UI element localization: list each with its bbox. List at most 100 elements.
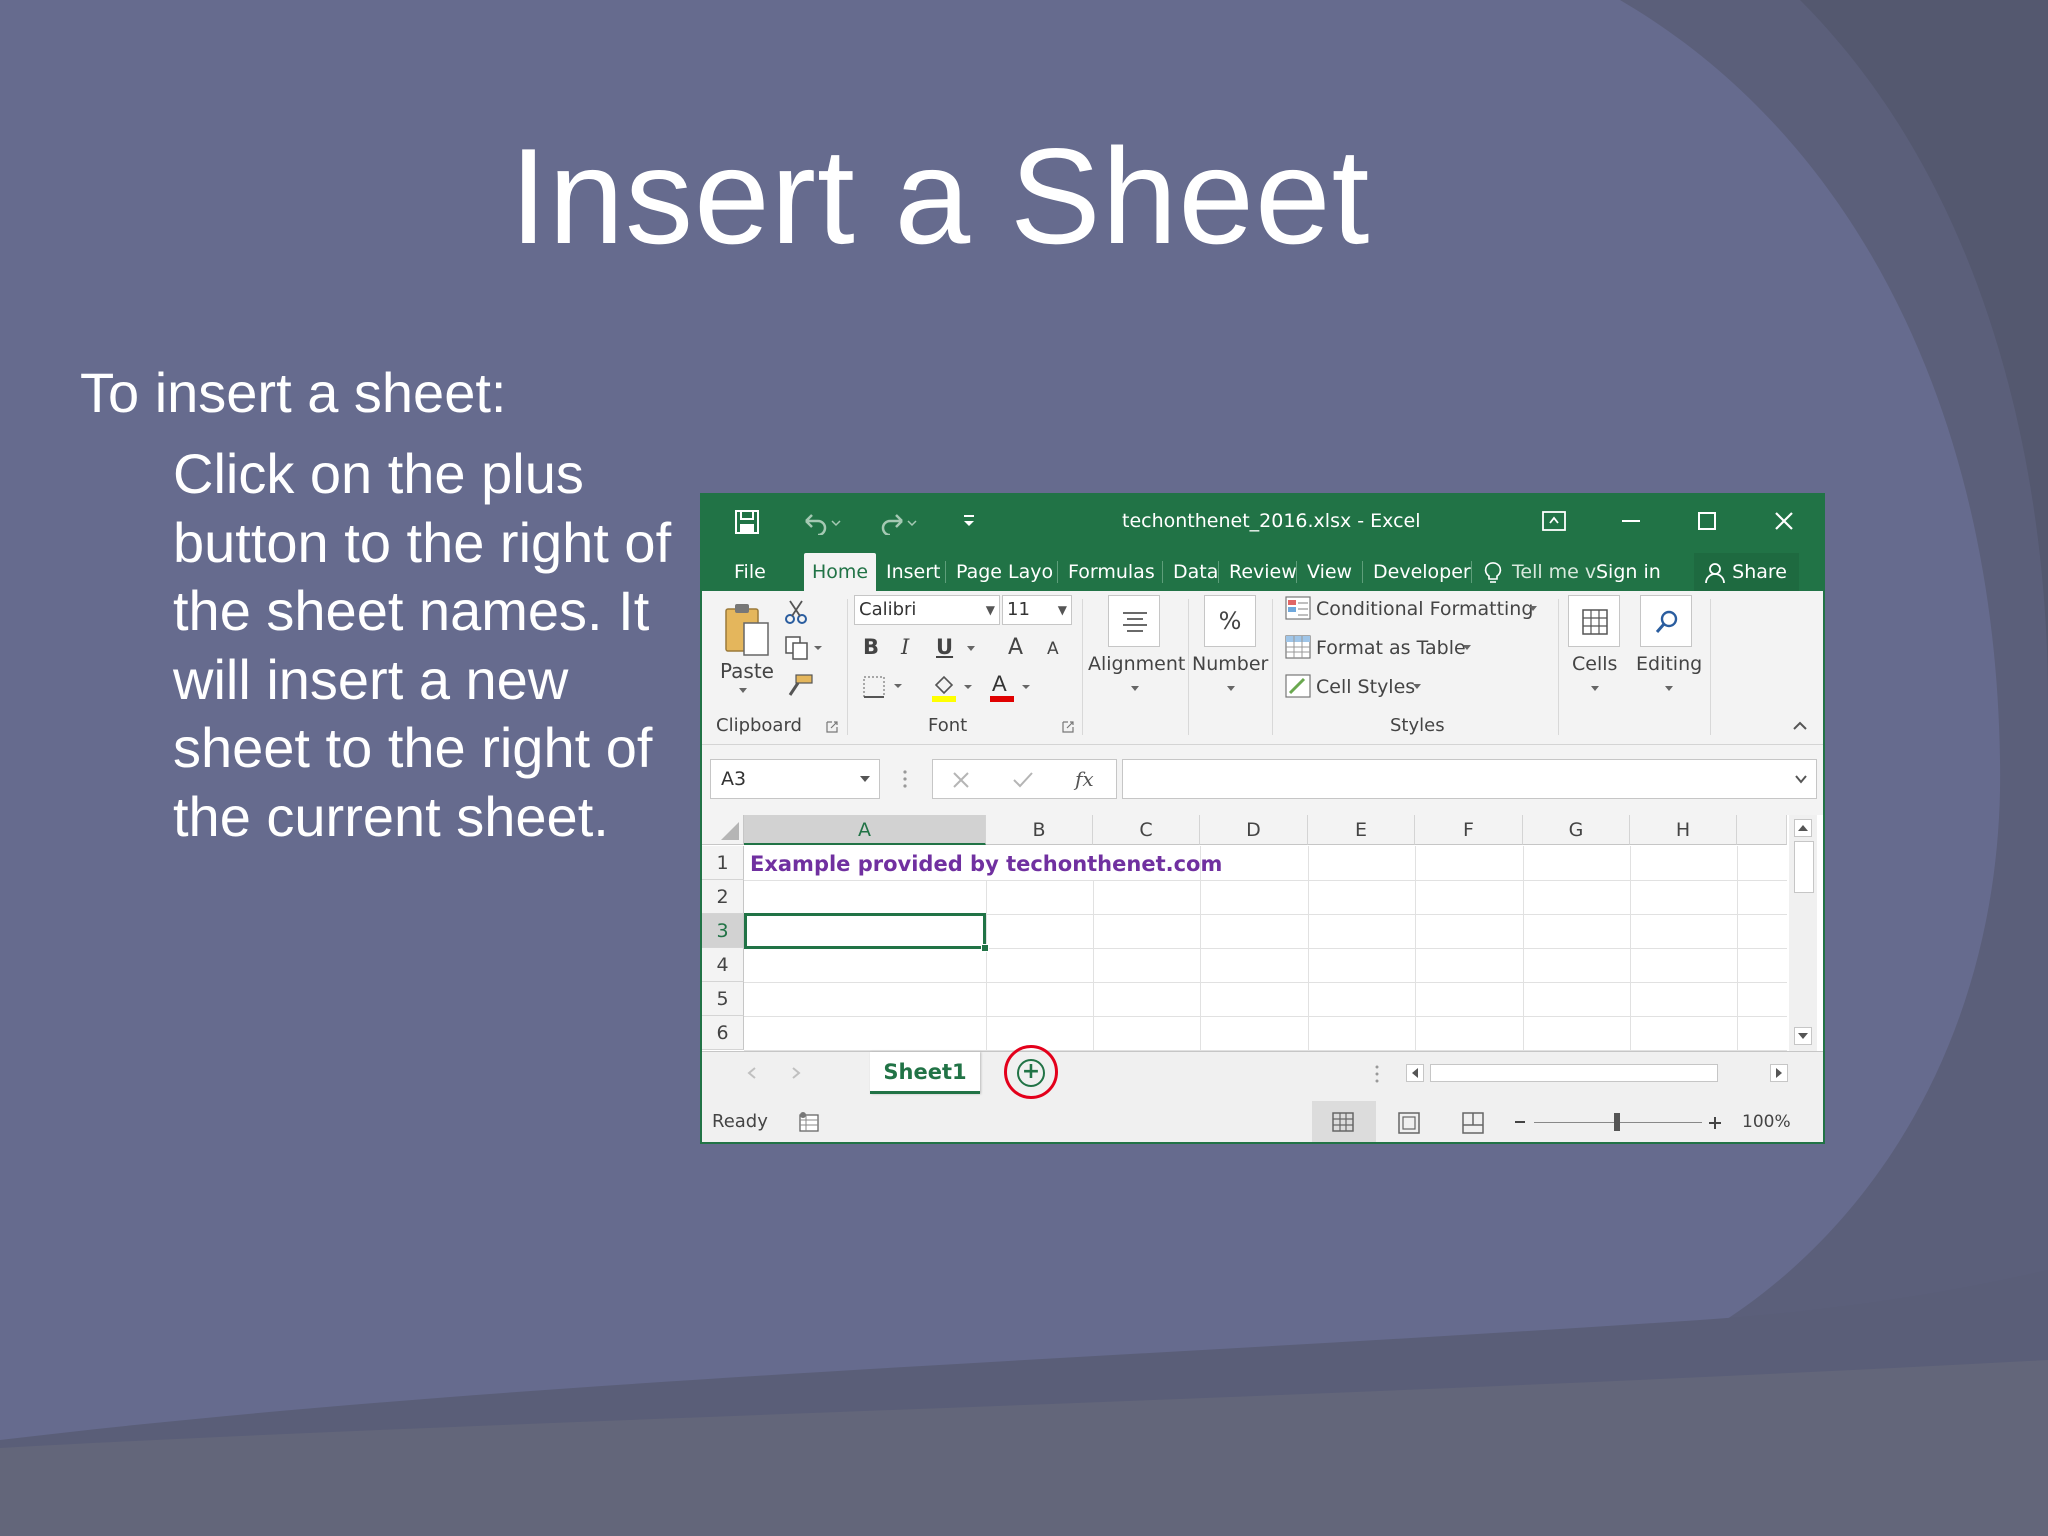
bold-button[interactable]: B [863, 635, 879, 659]
alignment-label[interactable]: Alignment [1088, 653, 1185, 675]
dialog-launcher-icon[interactable] [826, 721, 838, 733]
font-name-select[interactable]: Calibri ▼ [854, 595, 1000, 625]
enter-icon[interactable] [1011, 770, 1035, 790]
zoom-slider-thumb[interactable] [1614, 1113, 1620, 1131]
column-header-d[interactable]: D [1200, 815, 1308, 845]
borders-icon[interactable] [862, 675, 906, 699]
paste-icon[interactable] [722, 601, 770, 657]
close-icon[interactable] [1774, 511, 1794, 531]
highlight-circle [1004, 1045, 1058, 1099]
cells-button[interactable] [1568, 595, 1620, 647]
tab-home[interactable]: Home [804, 553, 877, 591]
sheet-tab-sheet1[interactable]: Sheet1 [870, 1052, 980, 1094]
alignment-button[interactable] [1108, 595, 1160, 647]
column-header-f[interactable]: F [1415, 815, 1523, 845]
row-header-1[interactable]: 1 [702, 846, 744, 880]
paste-label[interactable]: Paste [720, 659, 774, 683]
tab-page-layout[interactable]: Page Layou [948, 553, 1054, 591]
scroll-up-icon[interactable] [1794, 819, 1812, 837]
number-format-button[interactable]: % [1204, 595, 1256, 647]
share-button[interactable]: Share [1694, 553, 1799, 591]
conditional-formatting-button[interactable]: Conditional Formatting [1316, 598, 1533, 620]
tab-file[interactable]: File [726, 553, 774, 591]
gridline [1308, 846, 1309, 1051]
zoom-out-icon[interactable] [1514, 1116, 1526, 1128]
save-icon[interactable] [734, 509, 760, 535]
scroll-left-icon[interactable] [1406, 1064, 1424, 1082]
editing-button[interactable] [1640, 595, 1692, 647]
zoom-level[interactable]: 100% [1742, 1112, 1791, 1132]
macro-record-icon[interactable] [798, 1111, 820, 1133]
font-size-select[interactable]: 11 ▼ [1002, 595, 1072, 625]
scroll-sheets-right-icon[interactable] [790, 1066, 802, 1080]
editing-label[interactable]: Editing [1636, 653, 1702, 675]
row-header-4[interactable]: 4 [702, 948, 744, 982]
zoom-in-icon[interactable] [1708, 1116, 1722, 1130]
maximize-icon[interactable] [1698, 512, 1716, 530]
minimize-icon[interactable] [1622, 519, 1640, 523]
column-header-a[interactable]: A [744, 815, 986, 845]
italic-button[interactable]: I [901, 635, 909, 659]
ribbon-home: Paste Clipboard Calibri ▼ 11 ▼ B I U A A A… [702, 591, 1823, 745]
grow-font-button[interactable]: A [1008, 635, 1023, 660]
number-label[interactable]: Number [1192, 653, 1268, 675]
row-header-3[interactable]: 3 [702, 914, 744, 948]
vertical-scrollbar[interactable] [1789, 815, 1817, 1051]
normal-view-button[interactable] [1312, 1101, 1376, 1142]
tab-insert[interactable]: Insert [878, 553, 949, 591]
customize-toolbar-icon[interactable] [962, 513, 976, 529]
tab-split-handle-icon[interactable] [1374, 1064, 1380, 1084]
format-painter-icon[interactable] [784, 673, 814, 699]
scroll-right-icon[interactable] [1770, 1064, 1788, 1082]
paste-dropdown-icon[interactable] [738, 687, 748, 695]
tab-divider [1296, 561, 1297, 583]
fill-color-icon[interactable] [930, 671, 978, 703]
tab-developer[interactable]: Developer [1365, 553, 1479, 591]
column-header-c[interactable]: C [1093, 815, 1200, 845]
copy-icon[interactable] [784, 635, 824, 661]
cell-a1[interactable]: Example provided by techonthenet.com [750, 847, 1222, 881]
gridline [1630, 846, 1631, 1051]
tab-view[interactable]: View [1299, 553, 1360, 591]
name-box[interactable]: A3 [710, 759, 880, 799]
page-layout-view-icon[interactable] [1398, 1112, 1420, 1134]
font-color-icon[interactable]: A [988, 671, 1036, 703]
dialog-launcher-icon[interactable] [1062, 721, 1074, 733]
horizontal-scroll-thumb[interactable] [1430, 1064, 1718, 1082]
column-header-e[interactable]: E [1308, 815, 1415, 845]
fill-handle[interactable] [981, 944, 989, 952]
more-options-icon[interactable] [902, 769, 908, 789]
cut-icon[interactable] [784, 599, 810, 625]
selected-cell-a3[interactable] [744, 913, 989, 952]
redo-icon[interactable] [878, 511, 918, 535]
scroll-sheets-left-icon[interactable] [746, 1066, 758, 1080]
column-header-b[interactable]: B [986, 815, 1093, 845]
select-all-corner[interactable] [702, 815, 744, 845]
ribbon-display-icon[interactable] [1542, 511, 1566, 531]
formula-input[interactable] [1122, 759, 1817, 799]
row-header-6[interactable]: 6 [702, 1016, 744, 1050]
scroll-down-icon[interactable] [1794, 1027, 1812, 1045]
shrink-font-button[interactable]: A [1047, 639, 1059, 659]
expand-formula-bar-icon[interactable] [1794, 774, 1808, 784]
underline-button[interactable]: U [936, 635, 953, 659]
worksheet-grid[interactable]: A B C D E F G H 1 2 3 4 5 6 Example prov… [702, 815, 1787, 1051]
insert-function-icon[interactable]: fx [1073, 768, 1099, 792]
cells-label[interactable]: Cells [1572, 653, 1617, 675]
cancel-icon[interactable] [951, 770, 971, 790]
row-header-2[interactable]: 2 [702, 880, 744, 914]
undo-icon[interactable] [802, 511, 842, 535]
tab-formulas[interactable]: Formulas [1060, 553, 1163, 591]
sign-in-link[interactable]: Sign in [1588, 553, 1669, 591]
format-as-table-button[interactable]: Format as Table [1316, 637, 1466, 659]
column-header-h[interactable]: H [1630, 815, 1737, 845]
column-header-g[interactable]: G [1523, 815, 1630, 845]
tab-review[interactable]: Review [1221, 553, 1305, 591]
horizontal-scrollbar[interactable] [1406, 1062, 1800, 1084]
cell-styles-button[interactable]: Cell Styles [1316, 676, 1415, 698]
page-break-preview-icon[interactable] [1462, 1112, 1484, 1134]
underline-dropdown-icon[interactable] [966, 645, 976, 653]
vertical-scroll-thumb[interactable] [1794, 841, 1814, 893]
collapse-ribbon-icon[interactable] [1792, 721, 1808, 731]
row-header-5[interactable]: 5 [702, 982, 744, 1016]
